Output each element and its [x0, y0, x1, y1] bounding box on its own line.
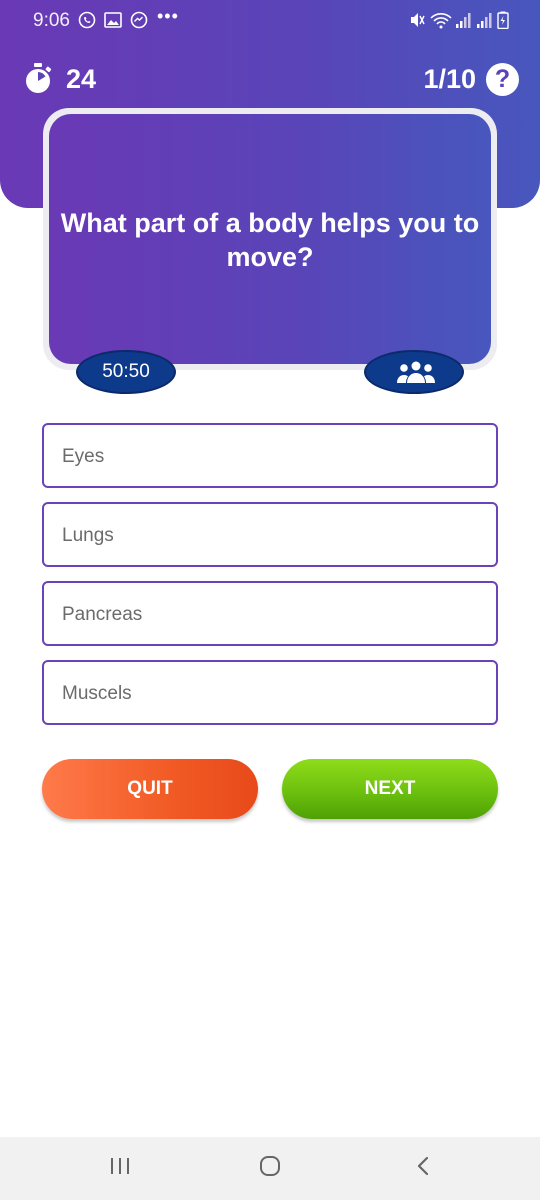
signal-icon — [455, 11, 473, 29]
status-time: 9:06 — [33, 10, 70, 31]
status-bar: 9:06 ••• — [0, 0, 540, 40]
answer-option[interactable]: Muscels — [42, 660, 498, 725]
question-progress: 1/10 — [423, 64, 476, 94]
answer-option[interactable]: Eyes — [42, 423, 498, 488]
help-icon: ? — [494, 65, 511, 93]
answer-label: Lungs — [62, 525, 114, 546]
home-icon — [260, 1156, 280, 1176]
answer-label: Eyes — [62, 446, 105, 467]
answer-option[interactable]: Pancreas — [42, 581, 498, 646]
messenger-icon — [130, 11, 148, 29]
next-button[interactable]: NEXT — [282, 759, 498, 819]
question-text: What part of a body helps you to move? — [60, 208, 480, 272]
answer-label: Pancreas — [62, 604, 143, 625]
answer-label: Muscels — [62, 683, 132, 704]
mute-icon — [409, 11, 425, 29]
group-icon — [397, 361, 435, 383]
battery-icon — [497, 11, 509, 29]
gallery-icon — [104, 11, 122, 29]
fifty-fifty-button[interactable]: 50:50 — [76, 350, 176, 394]
ask-audience-button[interactable] — [364, 350, 464, 394]
wifi-icon — [430, 11, 452, 29]
home-button[interactable] — [259, 1155, 281, 1177]
quit-button[interactable]: QUIT — [42, 759, 258, 819]
back-icon — [417, 1156, 429, 1176]
timer-value: 24 — [66, 64, 97, 94]
navigation-bar — [0, 1137, 540, 1200]
more-dots-icon: ••• — [157, 6, 179, 26]
signal-icon — [476, 11, 494, 29]
recent-apps-button[interactable] — [110, 1155, 130, 1177]
fifty-fifty-label: 50:50 — [102, 361, 150, 382]
stopwatch-icon — [23, 63, 53, 95]
recent-apps-icon — [111, 1158, 129, 1174]
help-button[interactable]: ? — [486, 63, 519, 96]
answer-option[interactable]: Lungs — [42, 502, 498, 567]
whatsapp-icon — [78, 11, 96, 29]
back-button[interactable] — [413, 1155, 433, 1177]
